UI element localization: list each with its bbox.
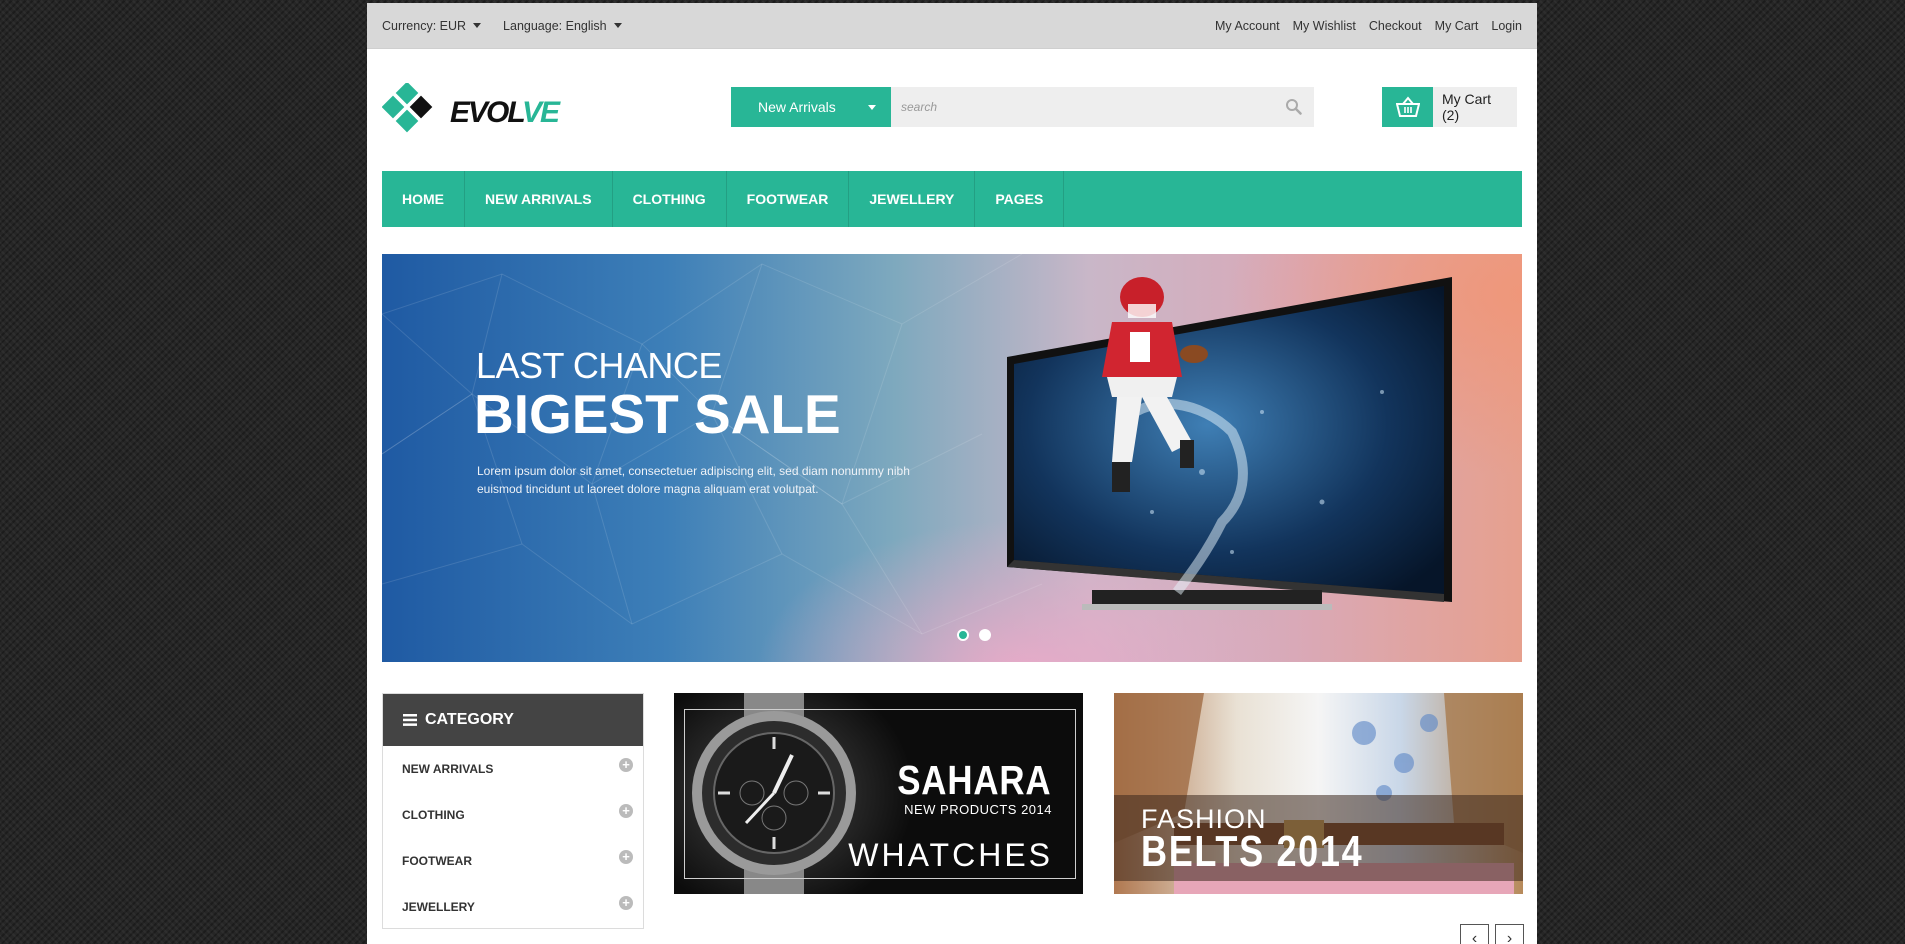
category-item-clothing[interactable]: CLOTHING +	[383, 792, 643, 838]
nav-item-jewellery[interactable]: JEWELLERY	[849, 171, 976, 227]
tv-football-player-image	[1007, 277, 1452, 610]
login-link[interactable]: Login	[1491, 19, 1522, 33]
my-wishlist-link[interactable]: My Wishlist	[1293, 19, 1356, 33]
plus-icon[interactable]: +	[619, 896, 633, 910]
plus-icon[interactable]: +	[619, 850, 633, 864]
logo-diamond-icon	[382, 83, 433, 133]
search-input[interactable]	[891, 87, 1314, 127]
carousel-arrows: ‹ ›	[1454, 924, 1524, 944]
watches-promo-subtitle: NEW PRODUCTS 2014	[904, 802, 1052, 817]
currency-label: Currency: EUR	[382, 18, 467, 33]
slider-dot-1[interactable]	[957, 629, 969, 641]
category-item-label: CLOTHING	[402, 808, 465, 822]
category-item-label: NEW ARRIVALS	[402, 762, 494, 776]
nav-item-footwear[interactable]: FOOTWEAR	[727, 171, 850, 227]
nav-item-pages[interactable]: PAGES	[975, 171, 1065, 227]
plus-icon[interactable]: +	[619, 758, 633, 772]
watches-promo-caption: WHATCHES	[848, 837, 1053, 873]
cart-button[interactable]: My Cart (2)	[1382, 87, 1517, 127]
search-category-label: New Arrivals	[758, 99, 836, 115]
belts-promo-line2: BELTS 2014	[1141, 827, 1364, 876]
nav-item-new-arrivals[interactable]: NEW ARRIVALS	[465, 171, 613, 227]
category-item-footwear[interactable]: FOOTWEAR +	[383, 838, 643, 884]
logo-text: EVOLVE	[450, 96, 560, 129]
list-menu-icon	[403, 714, 417, 726]
page: Currency: EUR Language: English My Accou…	[367, 3, 1537, 944]
plus-icon[interactable]: +	[619, 804, 633, 818]
category-header: CATEGORY	[383, 694, 643, 746]
banner-title-small: LAST CHANCE	[476, 345, 722, 386]
header: EVOLVE New Arrivals My Cart (2)	[367, 49, 1537, 171]
category-panel: CATEGORY NEW ARRIVALS + CLOTHING + FOOTW…	[382, 693, 644, 929]
language-label: Language: English	[503, 18, 607, 33]
nav-item-home[interactable]: HOME	[382, 171, 465, 227]
caret-down-icon	[473, 23, 482, 28]
watches-promo-title: SAHARA	[896, 757, 1051, 803]
banner-title-large: BIGEST SALE	[474, 383, 841, 445]
checkout-link[interactable]: Checkout	[1369, 19, 1422, 33]
main-nav: HOME NEW ARRIVALS CLOTHING FOOTWEAR JEWE…	[382, 171, 1522, 227]
category-item-label: JEWELLERY	[402, 900, 475, 914]
hero-banner[interactable]: LAST CHANCE BIGEST SALE Lorem ipsum dolo…	[382, 254, 1522, 662]
belts-promo-banner[interactable]: FASHION BELTS 2014	[1114, 693, 1523, 894]
category-item-label: FOOTWEAR	[402, 854, 472, 868]
banner-text: Lorem ipsum dolor sit amet, consectetuer…	[477, 464, 910, 496]
slider-dot-2[interactable]	[979, 629, 991, 641]
basket-icon	[1382, 87, 1433, 127]
search-icon[interactable]	[1285, 98, 1302, 120]
caret-down-icon	[613, 23, 622, 28]
language-dropdown[interactable]: Language: English	[503, 19, 622, 33]
caret-down-icon	[868, 104, 876, 110]
nav-item-clothing[interactable]: CLOTHING	[613, 171, 727, 227]
my-account-link[interactable]: My Account	[1215, 19, 1280, 33]
watches-promo-banner[interactable]: SAHARA NEW PRODUCTS 2014 WHATCHES	[674, 693, 1083, 894]
top-bar: Currency: EUR Language: English My Accou…	[367, 3, 1537, 49]
category-title: CATEGORY	[425, 711, 514, 728]
search-bar: New Arrivals	[731, 87, 1314, 127]
slider-dots	[957, 629, 1001, 641]
currency-dropdown[interactable]: Currency: EUR	[382, 18, 482, 33]
my-cart-link[interactable]: My Cart	[1435, 19, 1479, 33]
chevron-right-icon[interactable]: ›	[1495, 924, 1524, 944]
logo[interactable]: EVOLVE	[382, 83, 560, 143]
search-category-dropdown[interactable]: New Arrivals	[731, 87, 891, 127]
category-item-jewellery[interactable]: JEWELLERY +	[383, 884, 643, 930]
chevron-left-icon[interactable]: ‹	[1460, 924, 1489, 944]
category-item-new-arrivals[interactable]: NEW ARRIVALS +	[383, 746, 643, 792]
cart-label: My Cart (2)	[1433, 87, 1517, 127]
